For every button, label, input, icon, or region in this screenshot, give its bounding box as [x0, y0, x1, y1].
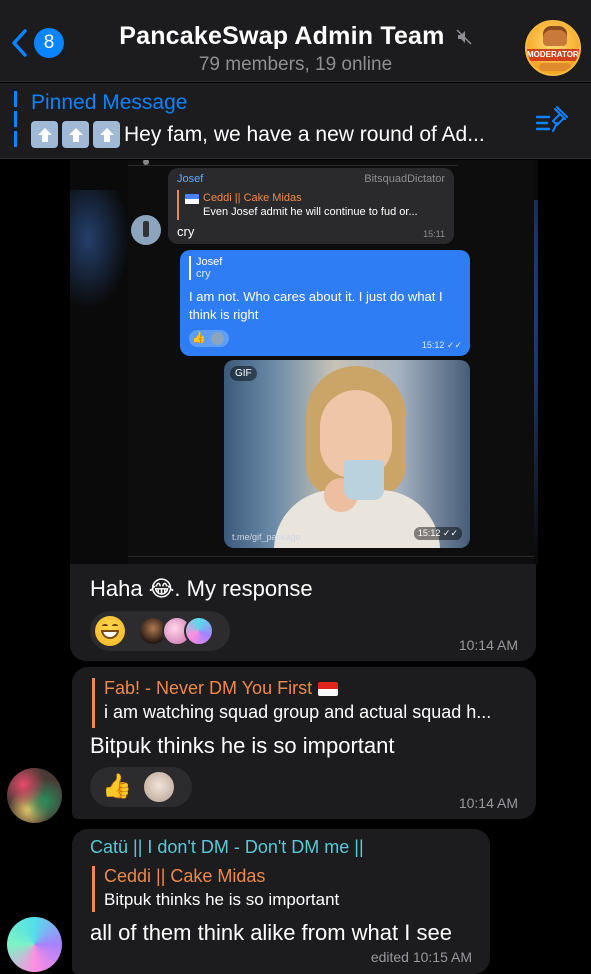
- message-text: Haha 😂. My response: [90, 576, 313, 601]
- quote-name: Fab! - Never DM You First: [104, 678, 313, 698]
- message-time: 15:11: [423, 229, 445, 239]
- avatar[interactable]: [7, 917, 62, 972]
- up-arrow-icon: [31, 121, 58, 148]
- chat-header: 8 PancakeSwap Admin Team 79 members, 19 …: [0, 0, 591, 82]
- quote-text: i am watching squad group and actual squ…: [104, 702, 492, 722]
- message-time: 10:14 AM: [458, 637, 518, 653]
- grinning-face-icon: [95, 616, 125, 646]
- time-text: 15:12: [417, 528, 441, 538]
- sender-title: BitsquadDictator: [364, 173, 445, 185]
- thumbs-up-icon: 👍: [102, 773, 132, 800]
- quote-text: Bitpuk thinks he is so important: [104, 890, 340, 909]
- avatar-decoration: [539, 63, 571, 71]
- message-text: cry: [177, 224, 195, 239]
- screenshot-message: Josef BitsquadDictator Ceddi || Cake Mid…: [168, 168, 454, 244]
- avatar: [211, 332, 224, 345]
- message-bubble[interactable]: Catü || I don't DM - Don't DM me || Cedd…: [72, 829, 490, 974]
- reactions[interactable]: 👍: [90, 767, 192, 807]
- gif-label: GIF: [230, 366, 257, 381]
- pancake-icon: [543, 30, 567, 46]
- screenshot-blur-left: [70, 190, 130, 310]
- quote-name: Ceddi || Cake Midas: [104, 866, 266, 886]
- reply-quote: Ceddi || Cake Midas Even Josef admit he …: [177, 190, 447, 220]
- up-arrow-icon: [93, 121, 120, 148]
- group-avatar[interactable]: MODERATORS: [525, 20, 581, 76]
- reply-quote[interactable]: Ceddi || Cake Midas Bitpuk thinks he is …: [92, 866, 472, 912]
- thumbs-up-icon: 👍: [192, 332, 206, 344]
- quote-name-row: Fab! - Never DM You First: [104, 678, 522, 699]
- screenshot-chat: Josef BitsquadDictator Ceddi || Cake Mid…: [128, 160, 534, 564]
- pinned-text-row: Hey fam, we have a new round of Ad...: [31, 121, 485, 148]
- up-arrow-icon: [62, 121, 89, 148]
- message-time: 15:12 ✓✓: [421, 340, 462, 350]
- message-bubble[interactable]: Fab! - Never DM You First i am watching …: [72, 667, 536, 819]
- message-time: 10:14 AM: [458, 795, 518, 811]
- screenshot-message-outgoing: Josef cry I am not. Who cares about it. …: [180, 250, 470, 356]
- reactions[interactable]: [90, 611, 230, 651]
- quote-text: Even Josef admit he will continue to fud…: [203, 206, 418, 218]
- gif-cup: [344, 460, 384, 500]
- message-text: all of them think alike from what I see: [90, 920, 452, 945]
- message-text: Bitpuk thinks he is so important: [90, 733, 395, 758]
- sender-name[interactable]: Catü || I don't DM - Don't DM me ||: [90, 837, 364, 858]
- pinned-text: Hey fam, we have a new round of Ad...: [124, 122, 485, 146]
- avatar: [142, 770, 176, 804]
- shared-screenshot-image[interactable]: Josef BitsquadDictator Ceddi || Cake Mid…: [70, 160, 538, 564]
- reply-quote[interactable]: Fab! - Never DM You First i am watching …: [92, 678, 522, 728]
- quote-name: Josef: [196, 256, 223, 268]
- quote-thumbnail: [185, 194, 199, 204]
- pinned-indicator: [14, 91, 17, 151]
- screenshot-top-divider: [128, 160, 458, 166]
- quote-text: cry: [196, 268, 211, 280]
- sender-name: Josef: [177, 173, 204, 185]
- screenshot-bottom-divider: [128, 556, 534, 564]
- message-bubble[interactable]: Haha 😂. My response 10:14 AM: [70, 564, 536, 661]
- avatar[interactable]: [7, 768, 62, 823]
- pinned-title: Pinned Message: [31, 91, 188, 114]
- reply-quote: Josef cry: [189, 256, 222, 280]
- avatar-label: MODERATORS: [527, 49, 581, 61]
- message-time: 15:12 ✓✓: [413, 527, 462, 540]
- message-time: edited 10:15 AM: [370, 949, 472, 965]
- time-text: 15:12: [421, 340, 445, 350]
- reactions: 👍: [189, 330, 229, 347]
- mute-icon: [456, 29, 472, 45]
- gif-source: t.me/gif_package: [232, 532, 301, 542]
- chat-title-text: PancakeSwap Admin Team: [119, 22, 445, 50]
- gif-message: GIF t.me/gif_package 15:12 ✓✓: [224, 360, 470, 548]
- avatar: [131, 215, 161, 245]
- user-small-icon: [143, 160, 149, 165]
- pinned-message-bar[interactable]: Pinned Message Hey fam, we have a new ro…: [0, 83, 591, 159]
- pinned-list-icon[interactable]: [535, 105, 569, 135]
- quote-name: Ceddi || Cake Midas: [203, 192, 302, 204]
- avatar: [184, 616, 214, 646]
- chat-title[interactable]: PancakeSwap Admin Team: [0, 22, 591, 51]
- chat-subtitle: 79 members, 19 online: [198, 54, 393, 75]
- message-text: I am not. Who cares about it. I just do …: [189, 289, 443, 322]
- flag-icon: [318, 681, 339, 696]
